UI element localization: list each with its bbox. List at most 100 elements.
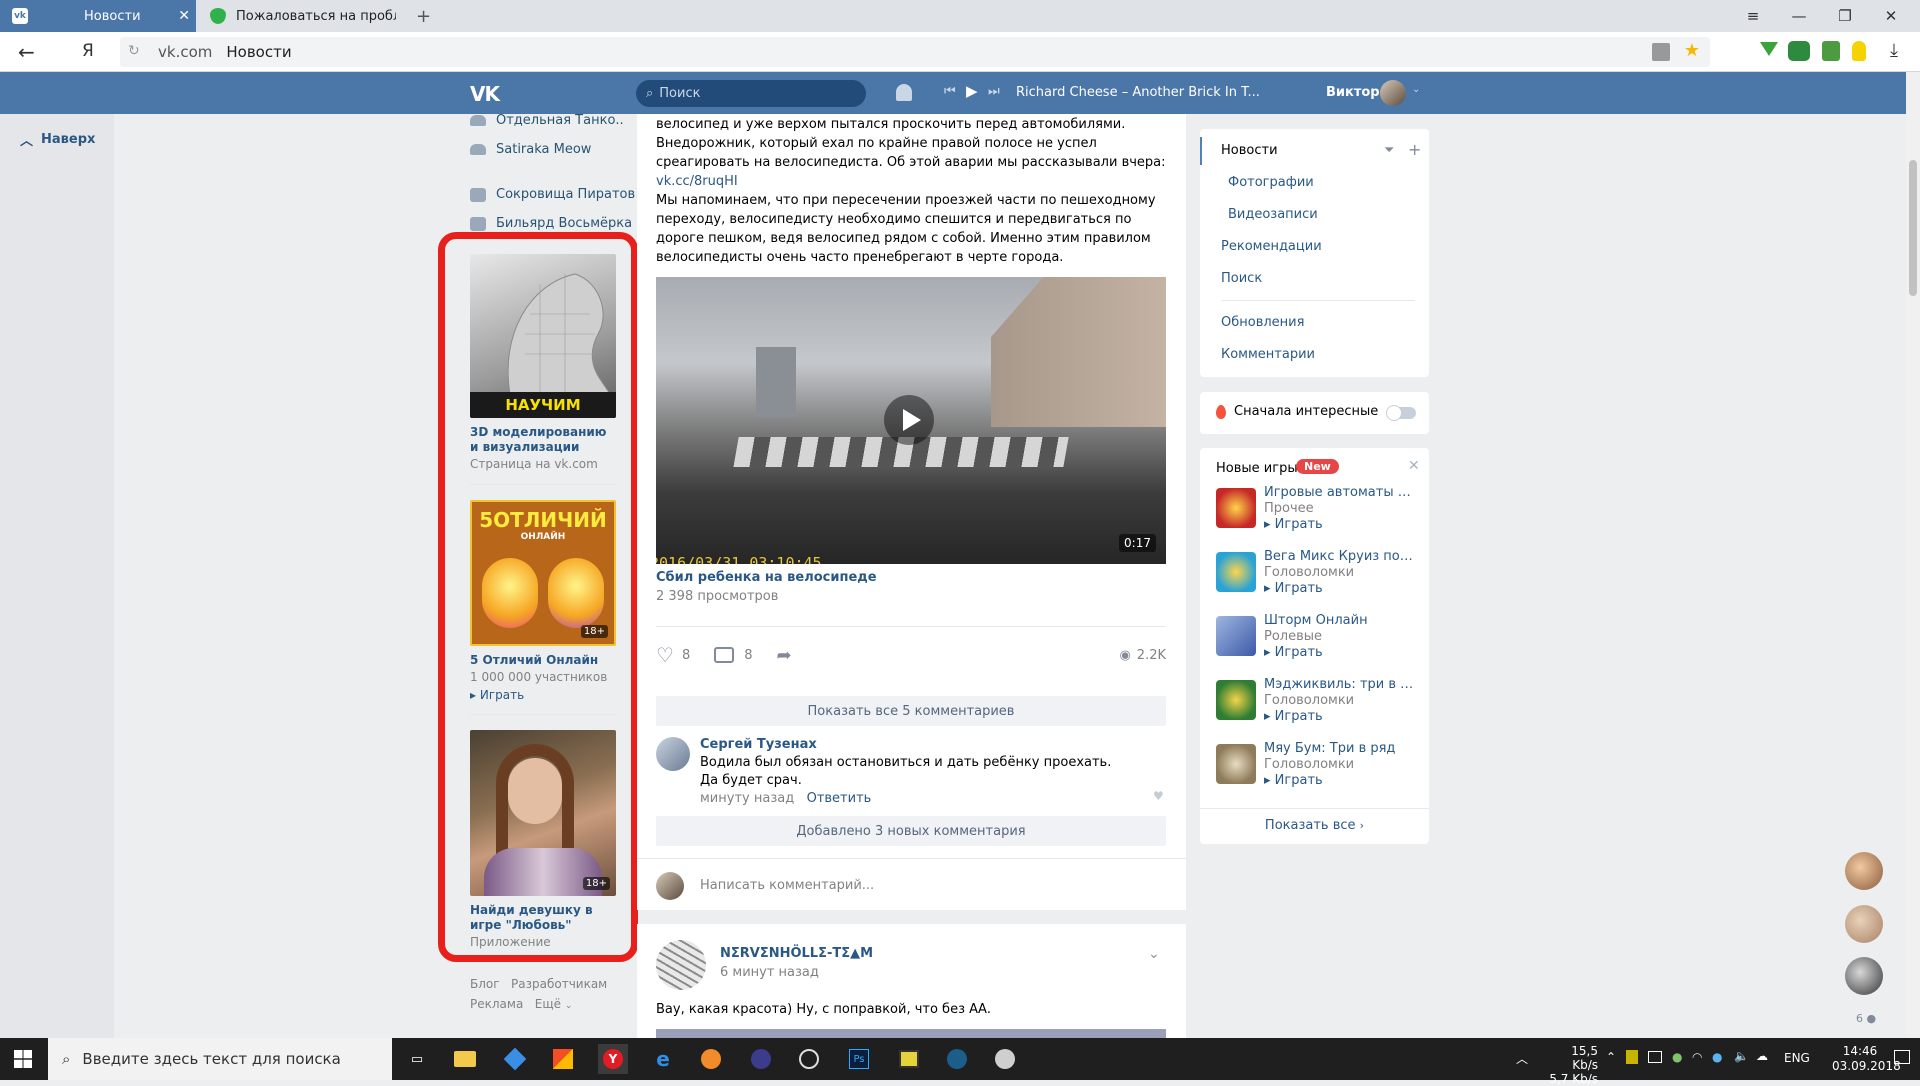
show-all-comments-button[interactable]: Показать все 5 комментариев bbox=[656, 696, 1166, 726]
taskbar-search-input[interactable]: ⌕ Введите здесь текст для поиска bbox=[48, 1038, 392, 1080]
comment-like-heart-icon[interactable]: ♥ bbox=[1153, 789, 1164, 803]
vega-mix-game-icon[interactable] bbox=[1216, 552, 1256, 592]
ad-image[interactable]: НАУЧИМ БЕСПЛАТНО bbox=[470, 254, 616, 418]
chevron-down-icon[interactable]: ⌄ bbox=[1412, 84, 1420, 95]
magicville-game-icon[interactable] bbox=[1216, 680, 1256, 720]
menu-item-comments[interactable]: Комментарии bbox=[1221, 347, 1315, 362]
scroll-to-top-button[interactable]: ︿ Наверх bbox=[20, 130, 95, 149]
url-field[interactable]: ↻ vk.com Новости ★ bbox=[120, 37, 1710, 67]
scrollbar-thumb[interactable] bbox=[1909, 160, 1917, 296]
video-title[interactable]: Сбил ребенка на велосипеде bbox=[656, 570, 877, 585]
office-app-icon[interactable] bbox=[548, 1044, 578, 1074]
vk-logo-icon[interactable]: VK bbox=[470, 82, 500, 106]
storm-game-icon[interactable] bbox=[1216, 616, 1256, 656]
back-arrow-icon[interactable]: ← bbox=[18, 40, 35, 64]
video-player[interactable]: 2016/03/31 03:10:45 0:17 bbox=[656, 277, 1166, 564]
obs-icon[interactable] bbox=[794, 1044, 824, 1074]
post2-menu-chevron-icon[interactable]: ⌄ bbox=[1148, 946, 1160, 962]
share-icon[interactable]: ➦ bbox=[777, 645, 792, 666]
close-icon[interactable]: ✕ bbox=[1408, 458, 1420, 474]
gear-app-icon[interactable] bbox=[696, 1044, 726, 1074]
bulb-extension-icon[interactable] bbox=[1852, 41, 1866, 61]
search-input[interactable]: ⌕ Поиск bbox=[636, 80, 866, 107]
menu-item-photos[interactable]: Фотографии bbox=[1228, 175, 1314, 190]
scrollbar[interactable] bbox=[1906, 72, 1920, 1038]
footer-more-link[interactable]: Ещё bbox=[535, 997, 561, 1011]
video-play-button[interactable] bbox=[884, 395, 934, 445]
notifications-icon[interactable] bbox=[1894, 1050, 1910, 1064]
meow-boom-game-icon[interactable] bbox=[1216, 744, 1256, 784]
games-show-all-link[interactable]: Показать все › bbox=[1200, 818, 1429, 833]
ad-title[interactable]: 5 Отличий Онлайн bbox=[470, 653, 616, 668]
yandex-browser-icon[interactable]: Y bbox=[598, 1044, 628, 1074]
post2-image[interactable] bbox=[656, 1029, 1166, 1038]
minimize-icon[interactable]: — bbox=[1776, 0, 1822, 32]
filter-icon[interactable]: ⏷ bbox=[1384, 143, 1394, 158]
lock-icon[interactable] bbox=[1652, 43, 1670, 61]
edge-icon[interactable]: e bbox=[648, 1044, 678, 1074]
notes-app-icon[interactable] bbox=[894, 1044, 924, 1074]
game-play-link[interactable]: ▸ Играть bbox=[1264, 645, 1323, 660]
ad-play-link[interactable]: ▸ Играть bbox=[470, 688, 616, 702]
comments-count[interactable]: 8 bbox=[744, 648, 752, 663]
menu-item-videos[interactable]: Видеозаписи bbox=[1228, 207, 1318, 222]
wifi-icon[interactable]: ◠ bbox=[1692, 1050, 1702, 1064]
nav-item-game-1[interactable]: Сокровища Пиратов bbox=[470, 187, 635, 202]
evernote-extension-icon[interactable] bbox=[1822, 41, 1840, 61]
game-name[interactable]: Мэджиквиль: три в ряд bbox=[1264, 677, 1414, 692]
cloud-icon[interactable]: ☁ bbox=[1756, 1049, 1768, 1063]
task-view-icon[interactable]: ▭ bbox=[402, 1044, 432, 1074]
game-play-link[interactable]: ▸ Играть bbox=[1264, 709, 1323, 724]
tray-chevron-up-icon[interactable]: ︿ bbox=[1516, 1050, 1528, 1067]
scroll-to-top-panel[interactable]: ︿ Наверх bbox=[0, 114, 114, 1038]
post2-author[interactable]: NΣRVΣNHÖLLΣ-TΣ▲M bbox=[720, 946, 873, 961]
user-name[interactable]: Виктор bbox=[1326, 85, 1380, 100]
photoshop-icon[interactable]: Ps bbox=[844, 1044, 874, 1074]
nav-item-group-2[interactable]: Satiraka Meow bbox=[470, 142, 591, 157]
ad-title[interactable]: 3D моделированию и визуализации bbox=[470, 425, 616, 455]
chat-count[interactable]: 6 ● bbox=[1856, 1012, 1876, 1025]
interesting-first-toggle-row[interactable]: Сначала интересные bbox=[1200, 392, 1429, 434]
steam-icon[interactable] bbox=[942, 1044, 972, 1074]
game-name[interactable]: Шторм Онлайн bbox=[1264, 613, 1414, 628]
reply-link[interactable]: Ответить bbox=[807, 791, 872, 806]
menu-item-news[interactable]: Новости bbox=[1221, 143, 1278, 158]
telegram-icon[interactable] bbox=[990, 1044, 1020, 1074]
footer-ads-link[interactable]: Реклама bbox=[470, 997, 523, 1011]
reload-icon[interactable]: ↻ bbox=[128, 43, 140, 59]
game-play-link[interactable]: ▸ Играть bbox=[1264, 517, 1323, 532]
menu-item-recommendations[interactable]: Рекомендации bbox=[1221, 239, 1322, 254]
tab-news[interactable]: vk Новости ✕ bbox=[0, 0, 196, 32]
likes-count[interactable]: 8 bbox=[682, 648, 690, 663]
user-avatar[interactable] bbox=[1380, 80, 1406, 106]
post-link[interactable]: vk.cc/8ruqHI bbox=[656, 174, 738, 189]
ad-3d-modeling[interactable]: НАУЧИМ БЕСПЛАТНО 3D моделированию и визу… bbox=[470, 254, 616, 471]
footer-blog-link[interactable]: Блог bbox=[470, 977, 500, 991]
tab-report[interactable]: Пожаловаться на проблем bbox=[198, 0, 404, 32]
chat-avatar-1[interactable] bbox=[1845, 852, 1883, 890]
game-play-link[interactable]: ▸ Играть bbox=[1264, 773, 1323, 788]
write-comment-input[interactable]: Написать комментарий... bbox=[700, 878, 874, 893]
menu-item-updates[interactable]: Обновления bbox=[1221, 315, 1304, 330]
new-comments-button[interactable]: Добавлено 3 новых комментария bbox=[656, 816, 1166, 846]
tray-icon-window[interactable] bbox=[1648, 1051, 1662, 1063]
downloads-icon[interactable]: ⤓ bbox=[1890, 40, 1898, 61]
volume-icon[interactable]: 🔈 bbox=[1734, 1049, 1749, 1063]
maximize-icon[interactable]: ❐ bbox=[1822, 0, 1868, 32]
next-track-icon[interactable]: ⏭ bbox=[988, 84, 1000, 99]
download-extension-icon[interactable] bbox=[1760, 42, 1778, 56]
nav-item-group-1[interactable]: Отдельная Танко.. bbox=[470, 113, 624, 128]
chat-avatar-3[interactable] bbox=[1845, 957, 1883, 995]
prev-track-icon[interactable]: ⏮ bbox=[944, 84, 956, 99]
language-indicator[interactable]: ENG bbox=[1784, 1051, 1810, 1065]
post2-author-avatar[interactable] bbox=[656, 940, 706, 990]
comment-author[interactable]: Сергей Тузенах bbox=[700, 737, 817, 752]
game-name[interactable]: Вега Микс Круиз по Во... bbox=[1264, 549, 1414, 564]
game-name[interactable]: Мяу Бум: Три в ряд bbox=[1264, 741, 1414, 756]
commenter-avatar[interactable] bbox=[656, 737, 690, 771]
game-play-link[interactable]: ▸ Играть bbox=[1264, 581, 1323, 596]
tray-icon-blue[interactable]: ● bbox=[1712, 1050, 1722, 1064]
menu-item-search[interactable]: Поиск bbox=[1221, 271, 1262, 286]
comment-icon[interactable] bbox=[714, 647, 735, 663]
footer-dev-link[interactable]: Разработчикам bbox=[511, 977, 607, 991]
